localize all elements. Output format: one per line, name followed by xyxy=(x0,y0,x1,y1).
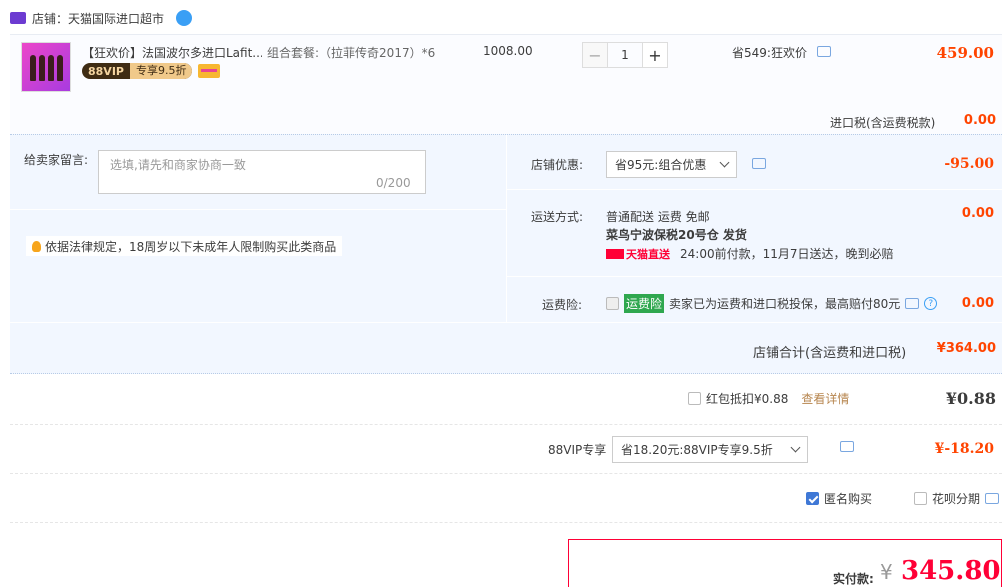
seller-note-placeholder: 选填,请先和商家协商一致 xyxy=(110,158,246,172)
divider xyxy=(10,209,506,210)
unit-price: 1008.00 xyxy=(483,44,533,58)
hongbao-label: 红包抵扣¥0.88 xyxy=(706,392,789,406)
insurance-text: 卖家已为运费和进口税投保，最高赔付80元 xyxy=(669,297,901,311)
divider xyxy=(506,135,507,323)
huabei-installment[interactable]: 花呗分期 xyxy=(914,490,1000,507)
import-tax-label: 进口税(含运费税款) xyxy=(830,116,936,130)
shop-discount-selected: 省95元:组合优惠 xyxy=(615,158,707,172)
vip-discount-selected: 省18.20元:88VIP专享9.5折 xyxy=(621,443,773,457)
credit-card-icon xyxy=(198,64,220,78)
seller-note-label: 给卖家留言: xyxy=(24,153,89,167)
chat-icon[interactable] xyxy=(905,298,920,309)
vip-discount-value: ¥-18.20 xyxy=(934,441,994,457)
payment-label: 实付款: xyxy=(833,572,874,586)
product-title[interactable]: 【狂欢价】法国波尔多进口Lafit... xyxy=(82,44,262,61)
lightbulb-icon xyxy=(32,240,41,252)
payment-total: 345.80 xyxy=(901,556,1001,586)
divider xyxy=(10,473,1002,474)
insurance-tag: 运费险 xyxy=(624,294,665,313)
shop-discount-select[interactable]: 省95元:组合优惠 xyxy=(606,151,737,178)
tmall-direct-badge: 天猫直送 xyxy=(606,246,670,262)
quantity-stepper: − 1 + xyxy=(582,42,668,68)
huabei-checkbox[interactable] xyxy=(914,492,927,505)
chat-icon[interactable] xyxy=(839,441,854,452)
hongbao-checkbox[interactable] xyxy=(688,392,701,405)
shipping-delivery: 天猫直送 24:00前付款，11月7日送达，晚到必赔 xyxy=(606,245,894,262)
tmall-direct-text: 天猫直送 xyxy=(626,247,670,261)
item-total-price: 459.00 xyxy=(936,44,994,62)
chat-icon[interactable] xyxy=(752,158,766,169)
chevron-down-icon xyxy=(719,157,730,168)
store-total-label: 店铺合计(含运费和进口税) xyxy=(753,346,907,361)
vip-badge-label: 88VIP xyxy=(88,64,124,78)
shipping-label: 运送方式: xyxy=(531,210,584,224)
chat-icon[interactable] xyxy=(816,46,831,57)
divider xyxy=(507,276,1002,277)
product-combo: 组合套餐:（拉菲传奇2017）*6 xyxy=(267,46,436,60)
item-promo-text: 省549:狂欢价 xyxy=(732,46,807,60)
divider xyxy=(507,189,1002,190)
shipping-method: 普通配送 运费 免邮 xyxy=(606,210,710,224)
delivery-promise: 24:00前付款，11月7日送达，晚到必赔 xyxy=(680,247,894,261)
vip-label: 88VIP专享 xyxy=(548,443,607,457)
chevron-down-icon xyxy=(790,442,801,453)
age-restriction-notice: 依据法律规定，18周岁以下未成年人限制购买此类商品 xyxy=(26,236,343,256)
insurance-row: 运费险 卖家已为运费和进口税投保，最高赔付80元 ? xyxy=(606,294,938,313)
shipping-warehouse: 菜鸟宁波保税20号仓 发货 xyxy=(606,228,747,242)
hongbao-value: ¥0.88 xyxy=(945,389,996,408)
store-total-value: ¥364.00 xyxy=(936,341,996,356)
item-promo: 省549:狂欢价 xyxy=(732,44,831,61)
insurance-label: 运费险: xyxy=(542,298,583,312)
shop-header: 店铺：天猫国际进口超市 xyxy=(10,8,193,28)
anonymous-purchase[interactable]: 匿名购买 xyxy=(806,490,872,507)
tmall-shop-icon xyxy=(10,12,26,24)
chat-icon[interactable] xyxy=(985,493,1000,504)
vip-badge: 88VIP 专享9.5折 xyxy=(82,63,193,79)
insurance-checkbox xyxy=(606,297,619,310)
seller-note-count: 0/200 xyxy=(376,176,411,190)
vip-badge-discount: 专享9.5折 xyxy=(129,63,193,79)
shipping-value: 0.00 xyxy=(961,206,994,221)
anonymous-label: 匿名购买 xyxy=(824,492,873,506)
hongbao-row: 红包抵扣¥0.88 查看详情 xyxy=(688,390,849,407)
divider xyxy=(10,522,1002,523)
import-tax-value: 0.00 xyxy=(963,113,996,128)
shop-name[interactable]: 店铺：天猫国际进口超市 xyxy=(32,10,164,27)
currency-symbol: ¥ xyxy=(880,560,893,584)
divider xyxy=(10,424,1002,425)
decrease-quantity-button[interactable]: − xyxy=(582,42,608,68)
shop-discount-value: -95.00 xyxy=(944,156,994,172)
tmall-icon xyxy=(606,248,624,259)
product-thumbnail[interactable] xyxy=(21,42,71,92)
insurance-value: 0.00 xyxy=(961,296,994,311)
shop-discount-label: 店铺优惠: xyxy=(531,158,584,172)
huabei-label: 花呗分期 xyxy=(932,492,981,506)
age-restriction-text: 依据法律规定，18周岁以下未成年人限制购买此类商品 xyxy=(45,239,337,254)
anonymous-checkbox[interactable] xyxy=(806,492,819,505)
quantity-input[interactable]: 1 xyxy=(608,42,642,68)
hongbao-details-link[interactable]: 查看详情 xyxy=(801,390,849,407)
increase-quantity-button[interactable]: + xyxy=(642,42,668,68)
wangwang-chat-icon[interactable] xyxy=(176,10,193,26)
vip-discount-select[interactable]: 省18.20元:88VIP专享9.5折 xyxy=(612,436,808,463)
help-icon[interactable]: ? xyxy=(924,297,938,310)
